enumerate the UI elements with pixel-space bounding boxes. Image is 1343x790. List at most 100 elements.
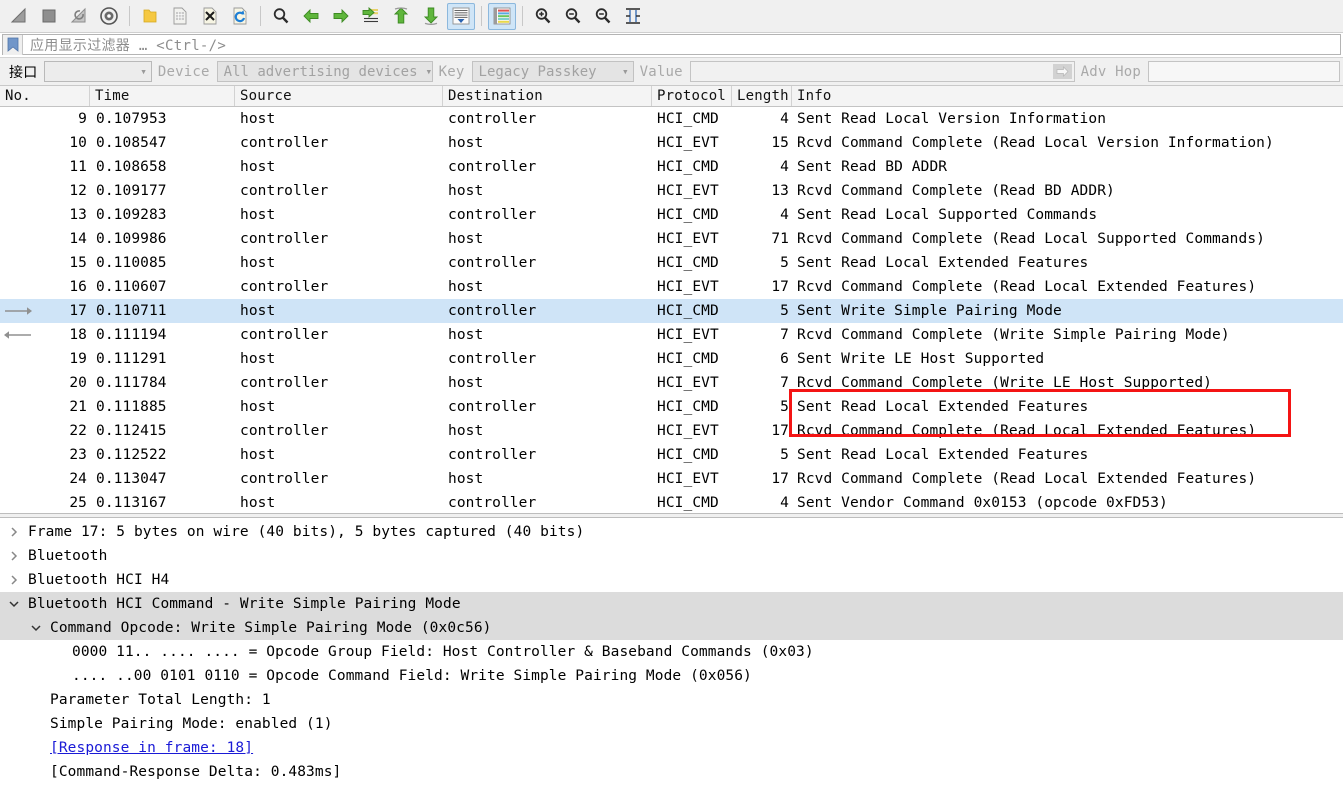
display-filter-placeholder: 应用显示过滤器 … <Ctrl-/> — [30, 37, 227, 54]
chevron-down-icon[interactable] — [28, 616, 44, 640]
request-arrow-icon — [0, 305, 36, 317]
column-header-time[interactable]: Time — [90, 86, 235, 106]
chevron-down-icon[interactable] — [6, 592, 22, 616]
auto-scroll-icon[interactable] — [447, 2, 475, 30]
go-to-packet-icon[interactable] — [357, 3, 385, 30]
detail-tree-row[interactable]: Parameter Total Length: 1 — [0, 688, 1343, 712]
packet-row[interactable]: 12 0.109177 controller host HCI_EVT 13 Rcvd Co… — [0, 179, 1343, 203]
packet-length: 13 — [771, 183, 789, 199]
detail-tree-row[interactable]: Bluetooth — [0, 544, 1343, 568]
toolbar-separator — [129, 6, 130, 26]
adv-hop-input[interactable] — [1148, 61, 1340, 82]
packet-detail-tree[interactable]: Frame 17: 5 bytes on wire (40 bits), 5 b… — [0, 518, 1343, 783]
packet-time: 0.109283 — [96, 207, 167, 223]
go-back-icon[interactable] — [297, 3, 325, 30]
capture-options-icon[interactable] — [95, 3, 123, 30]
key-select[interactable]: Legacy Passkey ▾ — [471, 61, 634, 82]
display-filter-input[interactable]: 应用显示过滤器 … <Ctrl-/> — [2, 34, 1341, 55]
packet-list[interactable]: No. Time Source Destination Protocol Len… — [0, 86, 1343, 513]
packet-row[interactable]: 14 0.109986 controller host HCI_EVT 71 Rcvd Co… — [0, 227, 1343, 251]
packet-no: 10 — [69, 135, 87, 151]
packet-row[interactable]: 15 0.110085 host controller HCI_CMD 5 Sent Rea… — [0, 251, 1343, 275]
bookmark-icon[interactable] — [3, 34, 23, 55]
close-file-icon[interactable] — [196, 3, 224, 30]
detail-tree-row[interactable]: 0000 11.. .... .... = Opcode Group Field… — [0, 640, 1343, 664]
detail-tree-row[interactable]: Command Opcode: Write Simple Pairing Mod… — [0, 616, 1343, 640]
zoom-out-icon[interactable] — [559, 3, 587, 30]
column-header-destination[interactable]: Destination — [443, 86, 652, 106]
chevron-down-icon: ▾ — [140, 65, 147, 78]
detail-tree-row[interactable]: Bluetooth HCI H4 — [0, 568, 1343, 592]
packet-protocol: HCI_EVT — [657, 183, 719, 199]
go-to-last-icon[interactable] — [417, 3, 445, 30]
packet-row[interactable]: 22 0.112415 controller host HCI_EVT 17 Rcvd Co… — [0, 419, 1343, 443]
normal-size-icon[interactable] — [589, 3, 617, 30]
detail-tree-row[interactable]: .... ..00 0101 0110 = Opcode Command Fie… — [0, 664, 1343, 688]
open-file-icon[interactable] — [136, 3, 164, 30]
packet-row[interactable]: 13 0.109283 host controller HCI_CMD 4 Sent Rea… — [0, 203, 1343, 227]
column-header-protocol[interactable]: Protocol — [652, 86, 732, 106]
packet-time: 0.109986 — [96, 231, 167, 247]
detail-tree-label: Frame 17: 5 bytes on wire (40 bits), 5 b… — [28, 524, 585, 540]
packet-list-body[interactable]: 9 0.107953 host controller HCI_CMD 4 Sent Read… — [0, 107, 1343, 513]
packet-row[interactable]: 18 0.111194 controller host HCI_EVT 7 Rcvd Com… — [0, 323, 1343, 347]
column-header-length[interactable]: Length — [732, 86, 792, 106]
stop-capture-icon[interactable] — [35, 3, 63, 30]
packet-protocol: HCI_EVT — [657, 231, 719, 247]
packet-time: 0.110085 — [96, 255, 167, 271]
go-forward-icon[interactable] — [327, 3, 355, 30]
detail-tree-row[interactable]: Simple Pairing Mode: enabled (1) — [0, 712, 1343, 736]
packet-row[interactable]: 10 0.108547 controller host HCI_EVT 15 Rcvd Co… — [0, 131, 1343, 155]
packet-row[interactable]: 23 0.112522 host controller HCI_CMD 5 Sent Rea… — [0, 443, 1343, 467]
packet-no: 16 — [69, 279, 87, 295]
chevron-right-icon[interactable] — [6, 520, 22, 544]
column-header-info[interactable]: Info — [792, 86, 1343, 106]
restart-capture-icon[interactable] — [65, 3, 93, 30]
detail-tree-row[interactable]: Bluetooth HCI Command - Write Simple Pai… — [0, 592, 1343, 616]
packet-source: controller — [240, 279, 329, 295]
packet-destination: host — [448, 471, 484, 487]
zoom-in-icon[interactable] — [529, 3, 557, 30]
colorize-icon[interactable] — [488, 2, 516, 30]
device-select[interactable]: All advertising devices ▾ — [216, 61, 433, 82]
find-packet-icon[interactable] — [267, 3, 295, 30]
chevron-right-icon[interactable] — [6, 544, 22, 568]
packet-row[interactable]: 16 0.110607 controller host HCI_EVT 17 Rcvd Co… — [0, 275, 1343, 299]
packet-length: 4 — [780, 495, 789, 511]
detail-tree-link[interactable]: [Response in frame: 18] — [44, 740, 253, 756]
packet-no: 21 — [69, 399, 87, 415]
packet-row[interactable]: 11 0.108658 host controller HCI_CMD 4 Sent Rea… — [0, 155, 1343, 179]
column-header-source[interactable]: Source — [235, 86, 443, 106]
packet-row[interactable]: 9 0.107953 host controller HCI_CMD 4 Sent Read… — [0, 107, 1343, 131]
packet-info: Rcvd Command Complete (Read Local Suppor… — [797, 231, 1265, 247]
packet-row[interactable]: 17 0.110711 host controller HCI_CMD 5 Sent Wri… — [0, 299, 1343, 323]
resize-columns-icon[interactable] — [619, 3, 647, 30]
value-input[interactable] — [689, 61, 1075, 82]
packet-destination: controller — [448, 399, 537, 415]
packet-protocol: HCI_CMD — [657, 159, 719, 175]
packet-row[interactable]: 19 0.111291 host controller HCI_CMD 6 Sent Wri… — [0, 347, 1343, 371]
packet-protocol: HCI_EVT — [657, 327, 719, 343]
column-header-no[interactable]: No. — [0, 86, 90, 106]
main-toolbar — [0, 0, 1343, 33]
chevron-right-icon[interactable] — [6, 568, 22, 592]
packet-row[interactable]: 21 0.111885 host controller HCI_CMD 5 Sent Rea… — [0, 395, 1343, 419]
packet-source: controller — [240, 375, 329, 391]
packet-info: Rcvd Command Complete (Read BD ADDR) — [797, 183, 1115, 199]
save-file-icon[interactable] — [166, 3, 194, 30]
packet-row[interactable]: 20 0.111784 controller host HCI_EVT 7 Rcvd Com… — [0, 371, 1343, 395]
detail-tree-label: Simple Pairing Mode: enabled (1) — [50, 716, 333, 732]
packet-destination: controller — [448, 495, 537, 511]
reload-file-icon[interactable] — [226, 3, 254, 30]
packet-source: host — [240, 111, 276, 127]
packet-row[interactable]: 24 0.113047 controller host HCI_EVT 17 Rcvd Co… — [0, 467, 1343, 491]
detail-tree-row[interactable]: [Response in frame: 18] — [0, 736, 1343, 760]
interface-select[interactable]: ▾ — [44, 61, 152, 82]
detail-tree-row[interactable]: [Command-Response Delta: 0.483ms] — [0, 760, 1343, 783]
packet-info: Rcvd Command Complete (Read Local Extend… — [797, 471, 1257, 487]
start-capture-icon[interactable] — [5, 3, 33, 30]
detail-tree-row[interactable]: Frame 17: 5 bytes on wire (40 bits), 5 b… — [0, 520, 1343, 544]
packet-time: 0.111291 — [96, 351, 167, 367]
packet-row[interactable]: 25 0.113167 host controller HCI_CMD 4 Sent Ven… — [0, 491, 1343, 513]
go-to-first-icon[interactable] — [387, 3, 415, 30]
